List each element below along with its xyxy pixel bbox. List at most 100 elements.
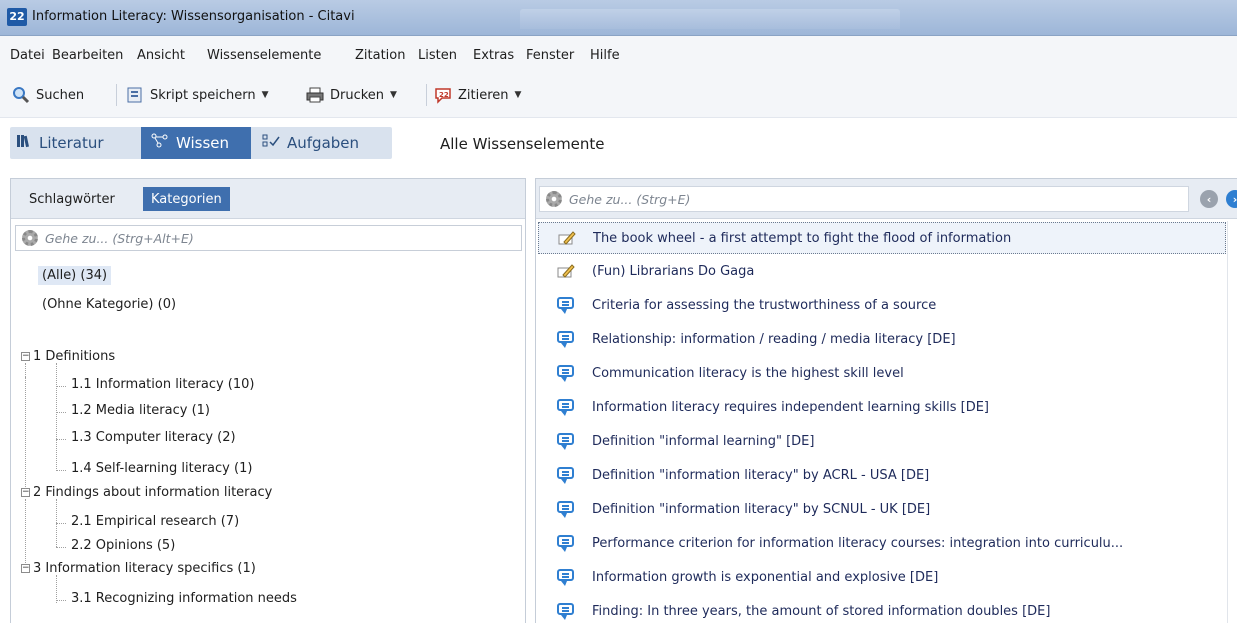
list-item[interactable]: Definition "information literacy" by ACR…: [538, 459, 1226, 491]
citavi-logo-icon: 22: [7, 8, 27, 26]
knowledge-item-title: Communication literacy is the highest sk…: [592, 365, 904, 381]
comment-icon: [556, 466, 576, 484]
chevron-down-icon[interactable]: ▼: [390, 90, 397, 100]
menu-fenster[interactable]: Fenster: [526, 48, 574, 63]
menu-ansicht[interactable]: Ansicht: [137, 48, 185, 63]
list-item[interactable]: Information literacy requires independen…: [538, 391, 1226, 423]
menu-wissenselemente[interactable]: Wissenselemente: [207, 48, 321, 63]
tree-node-opinions[interactable]: 2.2 Opinions (5): [71, 538, 175, 553]
cite-button[interactable]: 22 Zitieren ▼: [434, 84, 521, 106]
tree-node-empirical-research[interactable]: 2.1 Empirical research (7): [71, 514, 239, 529]
tab-wissen[interactable]: Wissen: [141, 127, 251, 159]
tree-connector: [56, 600, 66, 601]
magnifier-icon: [12, 86, 30, 104]
toolbar-separator: [116, 84, 117, 106]
knowledge-item-title: Information literacy requires independen…: [592, 399, 989, 415]
print-label: Drucken: [330, 87, 385, 103]
save-script-button[interactable]: Skript speichern ▼: [126, 84, 269, 106]
category-goto-placeholder: Gehe zu... (Strg+Alt+E): [45, 230, 194, 246]
item-goto-field[interactable]: Gehe zu... (Strg+E): [539, 186, 1189, 212]
tree-connector: [25, 499, 26, 573]
chevron-down-icon[interactable]: ▼: [262, 90, 269, 100]
list-item[interactable]: Finding: In three years, the amount of s…: [538, 595, 1226, 623]
knowledge-item-title: Relationship: information / reading / me…: [592, 331, 956, 347]
list-item[interactable]: Performance criterion for information li…: [538, 527, 1226, 559]
menu-datei[interactable]: Datei: [10, 48, 45, 63]
tree-node-all[interactable]: (Alle) (34): [38, 266, 112, 285]
forward-arrow-icon[interactable]: ›: [1226, 190, 1237, 208]
tree-node-recognizing-needs[interactable]: 3.1 Recognizing information needs: [71, 591, 297, 606]
print-button[interactable]: Drucken ▼: [306, 84, 397, 106]
menu-bearbeiten[interactable]: Bearbeiten: [52, 48, 123, 63]
tree-connector: [25, 363, 26, 377]
list-item[interactable]: Relationship: information / reading / me…: [538, 323, 1226, 355]
toolbar: Suchen Skript speichern ▼ Drucken ▼ 22 Z…: [0, 72, 1237, 118]
knowledge-items-header: Gehe zu... (Strg+E) ‹ ›: [536, 179, 1237, 219]
tree-node-definitions[interactable]: 1 Definitions: [33, 349, 115, 364]
gear-icon[interactable]: [22, 230, 38, 246]
collapse-icon[interactable]: −: [21, 352, 30, 361]
checklist-icon: [262, 133, 280, 153]
books-icon: [16, 133, 32, 153]
list-item[interactable]: Communication literacy is the highest sk…: [538, 357, 1226, 389]
menu-zitation[interactable]: Zitation: [355, 48, 405, 63]
tree-connector: [56, 523, 66, 524]
list-item[interactable]: The book wheel - a first attempt to figh…: [538, 222, 1226, 254]
collapse-icon[interactable]: −: [21, 564, 30, 573]
tree-node-specifics[interactable]: 3 Information literacy specifics (1): [33, 561, 256, 576]
tree-node-media-literacy[interactable]: 1.2 Media literacy (1): [71, 403, 210, 418]
knowledge-items-panel: Gehe zu... (Strg+E) ‹ › The book wheel -…: [535, 178, 1237, 623]
quote-icon: 22: [434, 86, 452, 104]
tree-connector: [56, 412, 66, 413]
menu-hilfe[interactable]: Hilfe: [590, 48, 620, 63]
comment-icon: [556, 296, 576, 314]
comment-icon: [556, 602, 576, 620]
tree-node-self-learning-literacy[interactable]: 1.4 Self-learning literacy (1): [71, 461, 252, 476]
gear-icon[interactable]: [546, 191, 562, 207]
knowledge-item-title: Definition "information literacy" by ACR…: [592, 467, 930, 483]
background-window-tab[interactable]: [520, 9, 900, 29]
script-icon: [126, 86, 144, 104]
tab-literatur[interactable]: Literatur: [14, 127, 140, 159]
knowledge-item-title: Performance criterion for information li…: [592, 535, 1124, 551]
menu-bar: Datei Bearbeiten Ansicht Wissenselemente…: [0, 36, 1237, 72]
tree-node-findings[interactable]: 2 Findings about information literacy: [33, 485, 272, 500]
list-item[interactable]: Information growth is exponential and ex…: [538, 561, 1226, 593]
list-item[interactable]: Definition "informal learning" [DE]: [538, 425, 1226, 457]
knowledge-item-title: (Fun) Librarians Do Gaga: [592, 263, 755, 279]
back-arrow-icon[interactable]: ‹: [1200, 190, 1218, 208]
tab-kategorien[interactable]: Kategorien: [143, 187, 230, 211]
pencil-icon: [556, 262, 576, 280]
svg-text:22: 22: [439, 91, 449, 99]
list-item[interactable]: (Fun) Librarians Do Gaga: [538, 255, 1226, 287]
category-panel: Schlagwörter Kategorien Gehe zu... (Strg…: [10, 178, 526, 623]
comment-icon: [556, 500, 576, 518]
search-button[interactable]: Suchen: [12, 84, 84, 106]
collapse-icon[interactable]: −: [21, 488, 30, 497]
tree-connector: [25, 377, 26, 493]
tree-connector: [56, 575, 57, 603]
menu-listen[interactable]: Listen: [418, 48, 457, 63]
pencil-icon: [557, 229, 577, 247]
tree-node-information-literacy[interactable]: 1.1 Information literacy (10): [71, 377, 254, 392]
list-item[interactable]: Definition "information literacy" by SCN…: [538, 493, 1226, 525]
tree-connector: [56, 386, 66, 387]
knowledge-item-title: The book wheel - a first attempt to figh…: [593, 230, 1012, 246]
vertical-scrollbar[interactable]: [1227, 221, 1237, 623]
printer-icon: [306, 86, 324, 104]
menu-extras[interactable]: Extras: [473, 48, 514, 63]
toolbar-separator: [426, 84, 427, 106]
tab-aufgaben[interactable]: Aufgaben: [256, 127, 390, 159]
category-panel-tabs: Schlagwörter Kategorien: [11, 179, 525, 219]
tree-node-computer-literacy[interactable]: 1.3 Computer literacy (2): [71, 430, 236, 445]
view-title: Alle Wissenselemente: [440, 135, 605, 153]
tree-connector: [56, 439, 66, 440]
tree-node-uncategorized[interactable]: (Ohne Kategorie) (0): [42, 297, 176, 312]
literatur-label: Literatur: [39, 134, 104, 152]
category-goto-field[interactable]: Gehe zu... (Strg+Alt+E): [15, 225, 522, 251]
tree-connector: [56, 547, 66, 548]
comment-icon: [556, 330, 576, 348]
tab-schlagwoerter[interactable]: Schlagwörter: [21, 187, 123, 211]
list-item[interactable]: Criteria for assessing the trustworthine…: [538, 289, 1226, 321]
chevron-down-icon[interactable]: ▼: [515, 90, 522, 100]
